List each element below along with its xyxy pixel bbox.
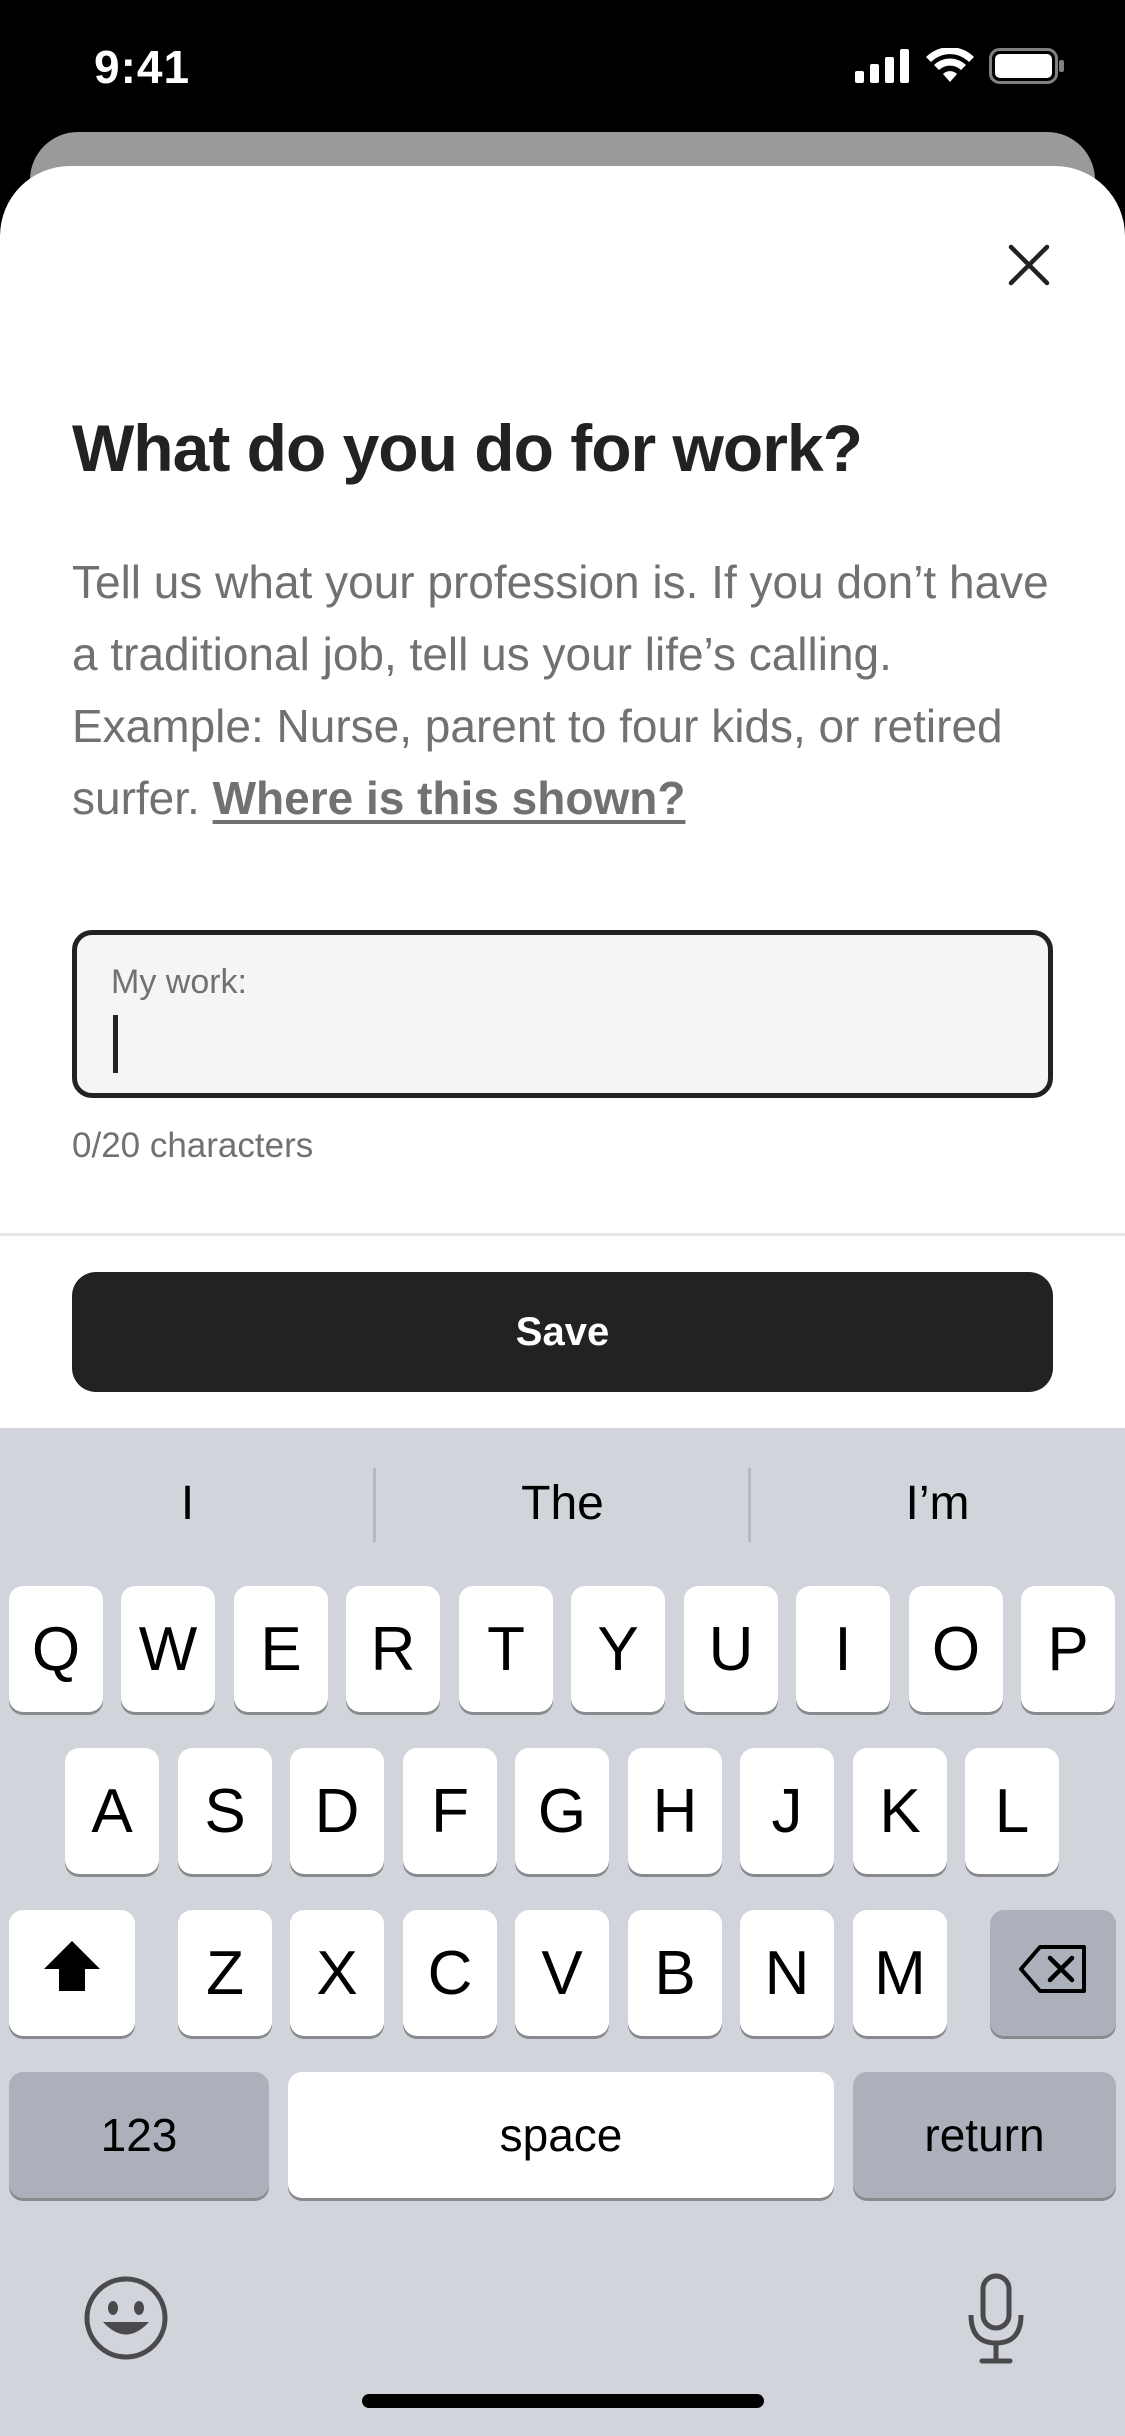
- suggestion-bar: I The I’m: [0, 1428, 1125, 1578]
- space-key[interactable]: space: [288, 2072, 834, 2198]
- close-icon: [1007, 243, 1051, 292]
- key-f[interactable]: F: [403, 1748, 497, 1874]
- key-n[interactable]: N: [740, 1910, 834, 2036]
- page-title: What do you do for work?: [72, 411, 863, 485]
- work-field[interactable]: My work:: [72, 930, 1053, 1098]
- emoji-key[interactable]: [80, 2274, 172, 2366]
- shift-key[interactable]: [9, 1910, 135, 2036]
- key-m[interactable]: M: [853, 1910, 947, 2036]
- key-t[interactable]: T: [459, 1586, 553, 1712]
- key-i[interactable]: I: [796, 1586, 890, 1712]
- battery-icon: [989, 48, 1065, 89]
- key-d[interactable]: D: [290, 1748, 384, 1874]
- key-v[interactable]: V: [515, 1910, 609, 2036]
- home-indicator: [362, 2394, 764, 2408]
- backspace-icon: [1018, 1938, 1088, 2009]
- emoji-icon: [83, 2275, 169, 2366]
- status-bar: 9:41: [0, 0, 1125, 130]
- description: Tell us what your profession is. If you …: [72, 546, 1062, 834]
- key-h[interactable]: H: [628, 1748, 722, 1874]
- key-l[interactable]: L: [965, 1748, 1059, 1874]
- status-time: 9:41: [94, 41, 191, 93]
- key-j[interactable]: J: [740, 1748, 834, 1874]
- dictation-key[interactable]: [950, 2266, 1042, 2376]
- key-k[interactable]: K: [853, 1748, 947, 1874]
- suggestion-separator: [373, 1468, 376, 1542]
- microphone-icon: [965, 2273, 1027, 2370]
- text-cursor: [113, 1015, 118, 1073]
- key-b[interactable]: B: [628, 1910, 722, 2036]
- cellular-signal-icon: [855, 49, 911, 88]
- key-q[interactable]: Q: [9, 1586, 103, 1712]
- wifi-icon: [925, 47, 975, 89]
- key-y[interactable]: Y: [571, 1586, 665, 1712]
- work-input[interactable]: [111, 1011, 1015, 1077]
- key-z[interactable]: Z: [178, 1910, 272, 2036]
- status-icons: [855, 47, 1065, 89]
- key-x[interactable]: X: [290, 1910, 384, 2036]
- field-label: My work:: [111, 963, 247, 1001]
- key-c[interactable]: C: [403, 1910, 497, 2036]
- suggestion-item[interactable]: I’m: [750, 1428, 1125, 1578]
- key-g[interactable]: G: [515, 1748, 609, 1874]
- key-u[interactable]: U: [684, 1586, 778, 1712]
- key-o[interactable]: O: [909, 1586, 1003, 1712]
- suggestion-item[interactable]: I: [0, 1428, 375, 1578]
- where-shown-link[interactable]: Where is this shown?: [213, 772, 686, 824]
- save-button[interactable]: Save: [72, 1272, 1053, 1392]
- key-s[interactable]: S: [178, 1748, 272, 1874]
- suggestion-item[interactable]: The: [375, 1428, 750, 1578]
- key-a[interactable]: A: [65, 1748, 159, 1874]
- return-key[interactable]: return: [853, 2072, 1116, 2198]
- keyboard: I The I’m Q W E R T Y U I O P A S D F G …: [0, 1428, 1125, 2436]
- character-counter: 0/20 characters: [72, 1126, 314, 1165]
- key-p[interactable]: P: [1021, 1586, 1115, 1712]
- suggestion-separator: [748, 1468, 751, 1542]
- shift-icon: [41, 1938, 103, 2009]
- close-button[interactable]: [996, 234, 1062, 300]
- key-r[interactable]: R: [346, 1586, 440, 1712]
- numbers-key[interactable]: 123: [9, 2072, 269, 2198]
- footer-divider: [0, 1233, 1125, 1236]
- key-e[interactable]: E: [234, 1586, 328, 1712]
- key-w[interactable]: W: [121, 1586, 215, 1712]
- backspace-key[interactable]: [990, 1910, 1116, 2036]
